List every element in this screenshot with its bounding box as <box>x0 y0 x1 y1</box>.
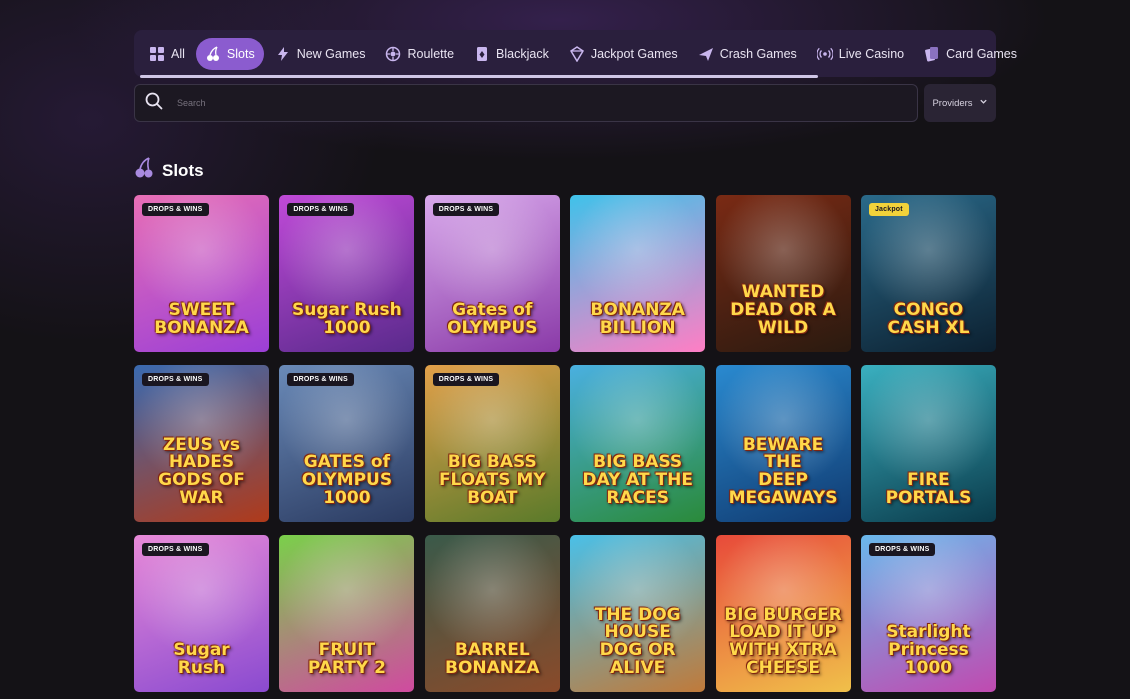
game-card[interactable]: BONANZA BILLION <box>570 195 706 352</box>
games-grid: DROPS & WINS SWEET BONANZA DROPS & WINS Sug… <box>134 195 996 692</box>
drops-wins-badge: DROPS & WINS <box>142 203 209 216</box>
roulette-icon <box>385 46 401 62</box>
game-title: WANTED DEAD OR A WILD <box>730 282 836 339</box>
game-title: Sugar Rush 1000 <box>292 300 402 339</box>
search-row: Providers <box>134 84 996 122</box>
game-title: BIG BURGER LOAD IT UP WITH XTRA CHEESE <box>724 604 842 679</box>
game-card[interactable]: DROPS & WINS Starlight Princess 1000 <box>860 535 996 692</box>
grid-icon <box>149 46 165 62</box>
tab-card-games[interactable]: Card Games <box>915 38 1026 70</box>
cherry-icon <box>205 45 221 62</box>
game-card[interactable]: DROPS & WINS SWEET BONANZA <box>134 195 269 352</box>
game-title: Gates of OLYMPUS <box>447 300 538 339</box>
game-title: CONGO CASH XL <box>887 300 970 339</box>
game-card[interactable]: BARREL BONANZA <box>424 535 560 692</box>
game-card[interactable]: Jackpot CONGO CASH XL <box>860 195 996 352</box>
tab-label: Slots <box>226 46 255 61</box>
game-card[interactable]: THE DOG HOUSE DOG OR ALIVE <box>570 535 706 692</box>
tab-label: Crash Games <box>719 46 797 61</box>
jackpot-icon <box>569 45 585 62</box>
jackpot-badge: Jackpot <box>868 203 909 216</box>
tab-label: Card Games <box>946 46 1017 61</box>
game-title: BONANZA BILLION <box>590 300 685 339</box>
game-card[interactable]: DROPS & WINS Gates of OLYMPUS <box>424 195 560 352</box>
game-title: GATES of OLYMPUS 1000 <box>301 452 393 509</box>
game-card[interactable]: BEWARE THE DEEP MEGAWAYS <box>715 365 851 522</box>
tab-label: Live Casino <box>838 46 905 61</box>
game-card[interactable]: DROPS & WINS ZEUS vs HADES GODS OF WAR <box>134 365 269 522</box>
cards-icon <box>924 46 940 62</box>
casino-header: All Slots New Games Roulette Blackjack J… <box>134 30 1017 122</box>
cherry-icon <box>134 157 154 184</box>
drops-wins-badge: DROPS & WINS <box>287 373 354 386</box>
game-title: THE DOG HOUSE DOG OR ALIVE <box>594 604 681 679</box>
providers-dropdown[interactable]: Providers <box>924 84 996 122</box>
game-card[interactable]: WANTED DEAD OR A WILD <box>715 195 851 352</box>
game-card[interactable]: DROPS & WINS GATES of OLYMPUS 1000 <box>279 365 415 522</box>
chevron-down-icon <box>979 97 988 109</box>
search-box <box>134 84 918 122</box>
game-title: BIG BASS DAY AT THE RACES <box>582 452 693 509</box>
card-icon <box>474 46 490 62</box>
game-title: Starlight Princess 1000 <box>886 622 971 679</box>
drops-wins-badge: DROPS & WINS <box>142 373 209 386</box>
game-title: BARREL BONANZA <box>445 640 540 679</box>
game-card[interactable]: BIG BASS DAY AT THE RACES <box>570 365 706 522</box>
tab-label: Jackpot Games <box>590 46 678 61</box>
broadcast-icon <box>816 46 833 62</box>
category-tabs: All Slots New Games Roulette Blackjack J… <box>134 30 1017 78</box>
providers-label: Providers <box>932 97 973 109</box>
tab-roulette[interactable]: Roulette <box>376 38 463 70</box>
game-card[interactable]: DROPS & WINS BIG BASS FLOATS MY BOAT <box>424 365 560 522</box>
tab-blackjack[interactable]: Blackjack <box>465 38 558 70</box>
search-input[interactable] <box>175 97 907 109</box>
game-card[interactable]: DROPS & WINS Sugar Rush <box>134 535 269 692</box>
game-title: FIRE PORTALS <box>885 470 972 509</box>
section-header: Slots <box>134 157 204 184</box>
game-card[interactable]: BIG BURGER LOAD IT UP WITH XTRA CHEESE <box>715 535 851 692</box>
game-card[interactable]: DROPS & WINS Sugar Rush 1000 <box>279 195 415 352</box>
tab-live-casino[interactable]: Live Casino <box>808 38 913 70</box>
tab-slots[interactable]: Slots <box>195 37 264 70</box>
game-title: BIG BASS FLOATS MY BOAT <box>438 452 546 509</box>
tab-all[interactable]: All <box>140 38 194 70</box>
drops-wins-badge: DROPS & WINS <box>432 373 500 386</box>
game-title: FRUIT PARTY 2 <box>307 640 386 679</box>
tab-label: All <box>171 46 185 61</box>
tab-label: New Games <box>296 46 366 61</box>
plane-icon <box>698 46 714 62</box>
game-title: Sugar Rush <box>173 640 230 679</box>
section-title: Slots <box>162 160 204 180</box>
tabs-scroll-indicator[interactable] <box>140 75 818 78</box>
tab-label: Roulette <box>407 46 455 61</box>
game-card[interactable]: FIRE PORTALS <box>860 365 996 522</box>
drops-wins-badge: DROPS & WINS <box>868 543 936 556</box>
search-icon <box>145 92 163 115</box>
tab-label: Blackjack <box>496 46 549 61</box>
game-card[interactable]: FRUIT PARTY 2 <box>279 535 415 692</box>
drops-wins-badge: DROPS & WINS <box>287 203 354 216</box>
tab-crash-games[interactable]: Crash Games <box>689 38 806 70</box>
game-title: BEWARE THE DEEP MEGAWAYS <box>728 434 838 509</box>
tab-new-games[interactable]: New Games <box>266 38 375 70</box>
game-title: ZEUS vs HADES GODS OF WAR <box>158 434 245 509</box>
lightning-icon <box>275 46 291 62</box>
tab-jackpot-games[interactable]: Jackpot Games <box>560 38 687 70</box>
drops-wins-badge: DROPS & WINS <box>142 543 209 556</box>
drops-wins-badge: DROPS & WINS <box>432 203 500 216</box>
game-title: SWEET BONANZA <box>154 300 249 339</box>
